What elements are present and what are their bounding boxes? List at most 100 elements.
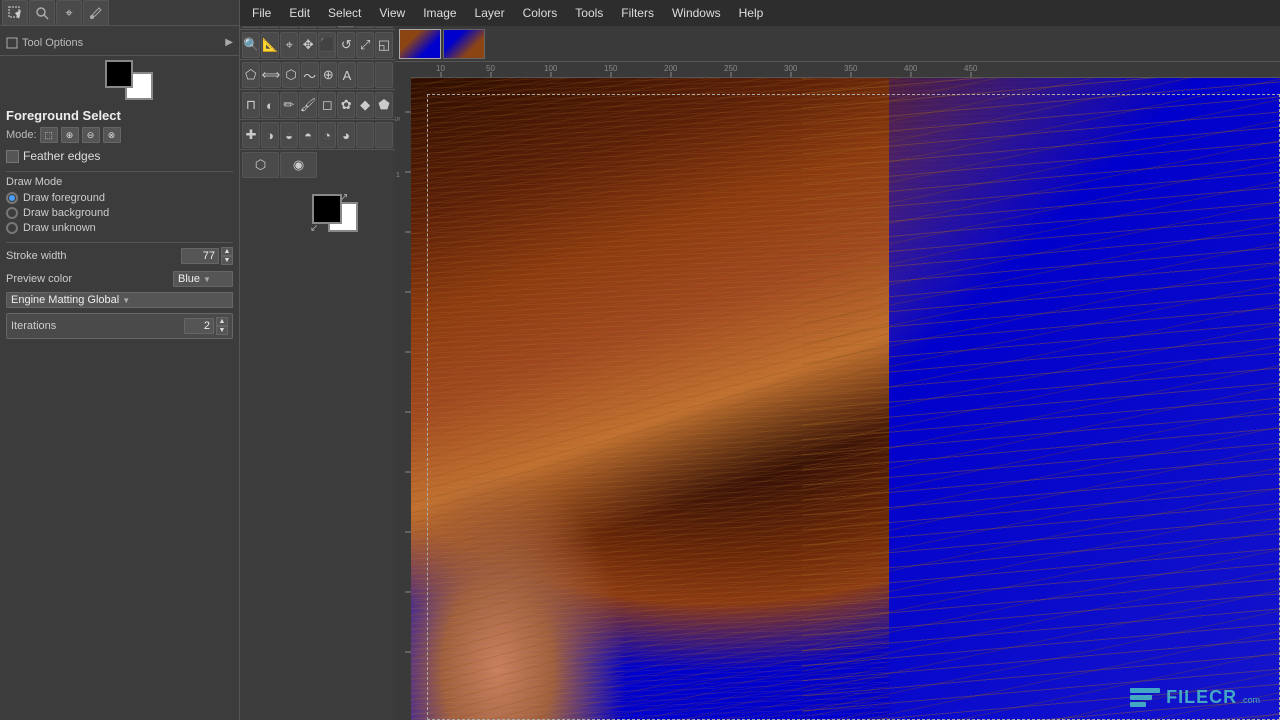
zoom-tool-icon[interactable] (29, 0, 55, 26)
draw-background-label: Draw background (23, 207, 109, 219)
menu-view[interactable]: View (371, 4, 413, 22)
tool-options-close-btn[interactable]: ▶ (225, 37, 233, 48)
zoom-tool-btn[interactable]: 🔍 (242, 32, 260, 58)
ink-btn[interactable]: ◆ (356, 92, 374, 118)
svg-text:50: 50 (486, 64, 495, 73)
iterations-input[interactable] (184, 318, 214, 334)
pencil-btn[interactable]: ✏ (280, 92, 298, 118)
draw-foreground-label: Draw foreground (23, 192, 105, 204)
svg-text:450: 450 (964, 64, 978, 73)
shear-tool-btn[interactable]: ◱ (375, 32, 393, 58)
flip-tool-btn[interactable]: ⟺ (261, 62, 282, 88)
watermark-brand: FILECR (1166, 687, 1237, 707)
mypaint-btn[interactable]: ⬟ (375, 92, 393, 118)
draw-background-row[interactable]: Draw background (6, 207, 233, 219)
sharpen-btn[interactable]: ◓ (299, 122, 317, 148)
perspective-tool-btn[interactable]: ⬠ (242, 62, 260, 88)
draw-unknown-radio[interactable] (6, 222, 18, 234)
blur-btn[interactable]: ◒ (280, 122, 298, 148)
smudge-btn[interactable]: ◔ (318, 122, 336, 148)
canvas-image[interactable] (411, 78, 1280, 720)
thumb-image-1 (400, 30, 440, 58)
mode-row: Mode: ⬚ ⊕ ⊖ ⊗ (6, 127, 233, 143)
warp-transform-btn[interactable]: 〜 (301, 62, 319, 88)
menu-help[interactable]: Help (731, 4, 772, 22)
iterations-down-btn[interactable]: ▼ (216, 326, 228, 335)
engine-row: Engine Matting Global ▼ (6, 292, 233, 308)
svg-text:400: 400 (904, 64, 918, 73)
feather-label: Feather edges (23, 149, 100, 163)
align-tool-btn[interactable]: ⌖ (280, 32, 298, 58)
draw-background-radio[interactable] (6, 207, 18, 219)
svg-text:10: 10 (436, 64, 445, 73)
ruler-top-svg: 10 50 100 150 200 250 300 350 400 450 (411, 62, 1280, 77)
reset-colors-btn[interactable]: ↙ (310, 223, 318, 234)
menu-select[interactable]: Select (320, 4, 369, 22)
layer-thumb-2[interactable] (443, 29, 485, 59)
stroke-down-btn[interactable]: ▼ (221, 256, 233, 265)
preview-color-label: Preview color (6, 273, 72, 285)
foreground-select-tool-icon[interactable] (2, 0, 28, 26)
measure-tool-btn[interactable]: 📐 (261, 32, 279, 58)
iterations-up-btn[interactable]: ▲ (216, 317, 228, 326)
draw-foreground-row[interactable]: Draw foreground (6, 192, 233, 204)
separator-2 (6, 242, 233, 243)
blend-btn[interactable]: ◐ (261, 92, 279, 118)
iterations-spinner: ▲ ▼ (216, 317, 228, 335)
menu-colors[interactable]: Colors (515, 4, 566, 22)
draw-mode-section: Draw Mode Draw foreground Draw backgroun… (6, 176, 233, 234)
menu-image[interactable]: Image (415, 4, 464, 22)
watermark-icon (1130, 688, 1160, 707)
text-tool-btn[interactable]: A (338, 62, 356, 88)
menu-edit[interactable]: Edit (281, 4, 318, 22)
feather-checkbox[interactable] (6, 150, 19, 163)
menu-filters[interactable]: Filters (613, 4, 662, 22)
color-picker-icon[interactable] (83, 0, 109, 26)
stroke-up-btn[interactable]: ▲ (221, 247, 233, 256)
iterations-box: Iterations ▲ ▼ (6, 313, 233, 339)
empty-3 (356, 122, 374, 148)
move-tool-btn[interactable]: ✥ (299, 32, 317, 58)
menu-tools[interactable]: Tools (567, 4, 611, 22)
crop-tool-btn[interactable]: ⬛ (318, 32, 336, 58)
paintbrush-btn[interactable]: 🖌 (299, 92, 318, 118)
stroke-width-input[interactable] (181, 248, 219, 264)
fg-color-box[interactable] (312, 194, 342, 224)
perspective-clone-btn[interactable]: ◑ (261, 122, 279, 148)
menu-layer[interactable]: Layer (467, 4, 513, 22)
menu-file[interactable]: File (244, 4, 279, 22)
foreground-color-swatch[interactable] (105, 60, 133, 88)
preview-color-dropdown[interactable]: Blue ▼ (173, 271, 233, 287)
scale-tool-btn[interactable]: ⤢ (356, 32, 374, 58)
paths-btn[interactable]: ⬡ (242, 152, 279, 178)
bucket-fill-btn[interactable]: ⊓ (242, 92, 260, 118)
mode-btn-4[interactable]: ⊗ (103, 127, 121, 143)
svg-text:150: 150 (604, 64, 618, 73)
cage-transform-btn[interactable]: ⬡ (282, 62, 300, 88)
erase-btn[interactable]: ◻ (318, 92, 336, 118)
heal-btn[interactable]: ✚ (242, 122, 260, 148)
svg-text:1: 1 (396, 172, 400, 179)
separator-1 (6, 171, 233, 172)
draw-unknown-row[interactable]: Draw unknown (6, 222, 233, 234)
menu-windows[interactable]: Windows (664, 4, 729, 22)
canvas-container[interactable]: 10 50 100 150 200 250 300 350 400 450 5 (395, 62, 1280, 720)
stroke-width-label: Stroke width (6, 250, 67, 262)
handle-transform-btn[interactable]: ⊕ (320, 62, 338, 88)
layer-thumb-1[interactable] (399, 29, 441, 59)
measure-tool-icon[interactable]: ⌖ (56, 0, 82, 26)
airbrush-btn[interactable]: ✿ (337, 92, 355, 118)
ruler-left: 5 1 (395, 62, 411, 720)
dodge-btn[interactable]: ◕ (337, 122, 355, 148)
preview-color-row: Preview color Blue ▼ (6, 271, 233, 287)
draw-foreground-radio[interactable] (6, 192, 18, 204)
mode-btn-2[interactable]: ⊕ (61, 127, 79, 143)
left-panel: ⌖ Tool Options ▶ (0, 0, 395, 720)
mode-btn-3[interactable]: ⊖ (82, 127, 100, 143)
mode-btn-1[interactable]: ⬚ (40, 127, 58, 143)
swap-colors-btn[interactable]: ↗ (340, 192, 348, 203)
engine-dropdown[interactable]: Engine Matting Global ▼ (6, 292, 233, 308)
script-btn[interactable]: ◉ (280, 152, 317, 178)
rotate-tool-btn[interactable]: ↺ (337, 32, 355, 58)
empty-1 (357, 62, 375, 88)
